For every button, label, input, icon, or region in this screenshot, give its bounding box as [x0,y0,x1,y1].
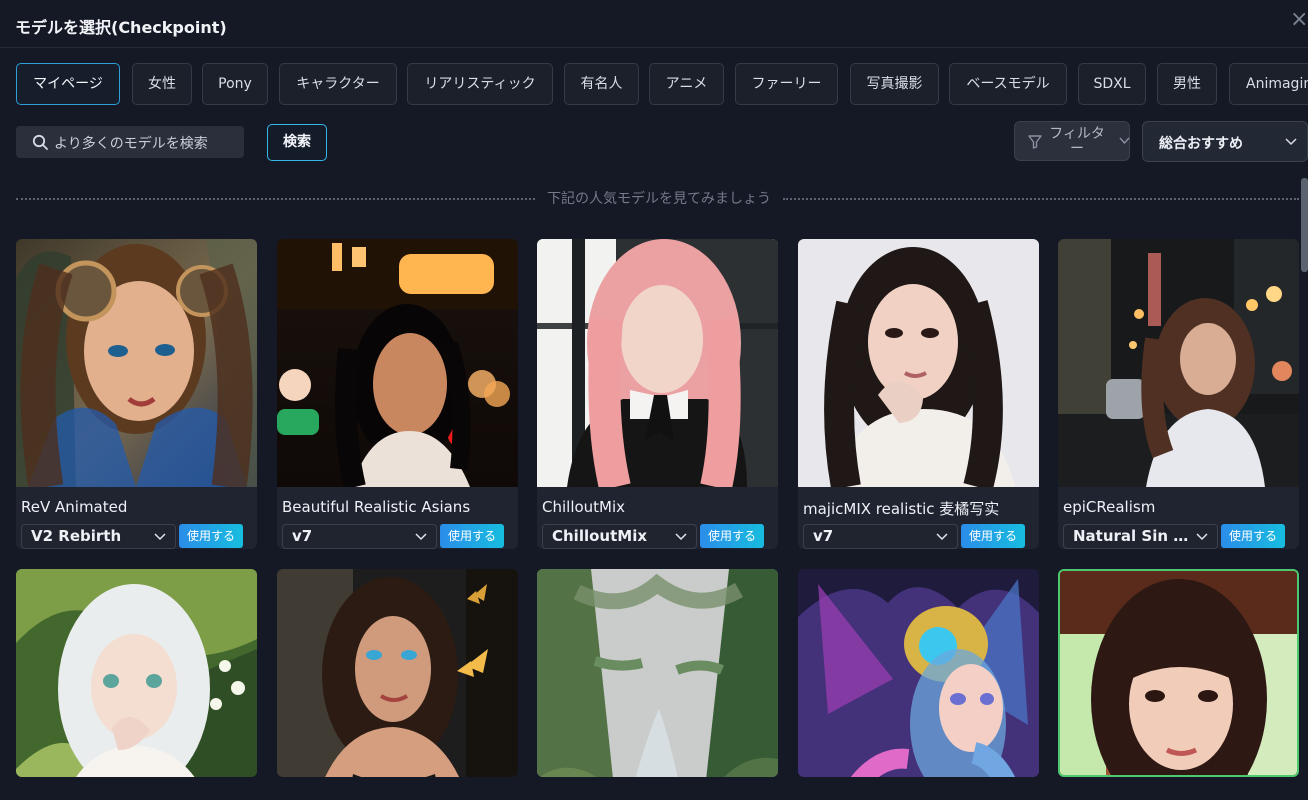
model-name: majicMIX realistic 麦橘写实 [803,500,1000,518]
tab-pony[interactable]: Pony [202,63,268,105]
divider-line-left [16,198,535,200]
model-card-bangs-portrait[interactable] [1058,569,1299,777]
model-card-anime-girl[interactable] [16,569,257,777]
model-thumbnail[interactable] [16,239,257,487]
version-value: Natural Sin R... [1073,527,1191,545]
version-select[interactable]: v7 [803,524,958,549]
chevron-down-icon [154,533,166,541]
tab-anime[interactable]: アニメ [649,63,724,105]
model-thumbnail[interactable] [537,239,778,487]
tab-celebrity[interactable]: 有名人 [564,63,639,105]
model-card-butterfly-fantasy[interactable] [277,569,518,777]
tab-photography[interactable]: 写真撮影 [850,63,939,105]
version-value: v7 [813,527,834,545]
search-icon [32,134,48,150]
version-value: V2 Rebirth [31,527,122,545]
model-thumbnail[interactable] [537,569,778,777]
model-card-feather-headdress[interactable] [798,569,1039,777]
filter-label: フィルター [1049,126,1105,157]
model-thumbnail[interactable] [277,569,518,777]
scrollbar-thumb[interactable] [1301,178,1308,272]
filter-button[interactable]: フィルター [1014,121,1130,161]
model-thumbnail[interactable] [1058,239,1299,487]
model-name: epiCRealism [1063,498,1156,516]
dialog-header: モデルを選択(Checkpoint) × [0,0,1308,48]
model-card-majicmix-realistic[interactable]: majicMIX realistic 麦橘写实 v7 使用する [798,239,1039,549]
model-name: ChilloutMix [542,498,626,516]
divider-line-right [783,198,1299,200]
dialog-title: モデルを選択(Checkpoint) [15,18,227,37]
use-button[interactable]: 使用する [1221,524,1285,548]
version-select[interactable]: V2 Rebirth [21,524,176,549]
chevron-down-icon [1285,138,1297,146]
chevron-down-icon [675,533,687,541]
model-thumbnail[interactable] [798,569,1039,777]
version-select[interactable]: ChilloutMix [542,524,697,549]
version-select[interactable]: v7 [282,524,437,549]
search-input[interactable]: より多くのモデルを検索 [16,126,244,158]
tab-female[interactable]: 女性 [132,63,192,105]
model-name: ReV Animated [21,498,128,516]
model-thumbnail[interactable] [1060,571,1297,775]
model-card-chilloutmix[interactable]: ChilloutMix ChilloutMix 使用する [537,239,778,549]
use-button[interactable]: 使用する [961,524,1025,548]
version-select[interactable]: Natural Sin R... [1063,524,1218,549]
close-icon[interactable]: × [1290,8,1308,32]
chevron-down-icon [936,533,948,541]
model-card-beautiful-realistic-asians[interactable]: Beautiful Realistic Asians v7 使用する [277,239,518,549]
use-button[interactable]: 使用する [700,524,764,548]
sort-selected-value: 総合おすすめ [1159,136,1243,152]
sort-select[interactable]: 総合おすすめ [1142,121,1308,162]
filter-icon [1028,135,1042,149]
tab-male[interactable]: 男性 [1157,63,1217,105]
use-button[interactable]: 使用する [440,524,504,548]
chevron-down-icon [415,533,427,541]
model-thumbnail[interactable] [16,569,257,777]
version-value: v7 [292,527,313,545]
tab-character[interactable]: キャラクター [279,63,397,105]
chevron-down-icon [1196,533,1208,541]
model-thumbnail[interactable] [798,239,1039,487]
search-button[interactable]: 検索 [267,124,327,161]
tab-base-model[interactable]: ベースモデル [949,63,1067,105]
tab-realistic[interactable]: リアリスティック [407,63,553,105]
tab-furry[interactable]: ファーリー [735,63,838,105]
model-card-epicrealism[interactable]: epiCRealism Natural Sin R... 使用する [1058,239,1299,549]
model-name: Beautiful Realistic Asians [282,498,471,516]
use-button[interactable]: 使用する [179,524,243,548]
version-value: ChilloutMix [552,527,648,545]
model-card-misty-jungle[interactable] [537,569,778,777]
search-placeholder: より多くのモデルを検索 [54,136,208,152]
model-card-rev-animated[interactable]: ReV Animated V2 Rebirth 使用する [16,239,257,549]
model-thumbnail[interactable] [277,239,518,487]
category-tabs: マイページ 女性 Pony キャラクター リアリスティック 有名人 アニメ ファ… [16,63,1308,106]
chevron-down-icon [1119,137,1130,145]
tab-sdxl[interactable]: SDXL [1078,63,1146,105]
popular-models-heading: 下記の人気モデルを見てみましょう [547,191,771,207]
tab-mypage[interactable]: マイページ [16,63,120,105]
tab-animagine[interactable]: Animagin [1229,63,1308,105]
